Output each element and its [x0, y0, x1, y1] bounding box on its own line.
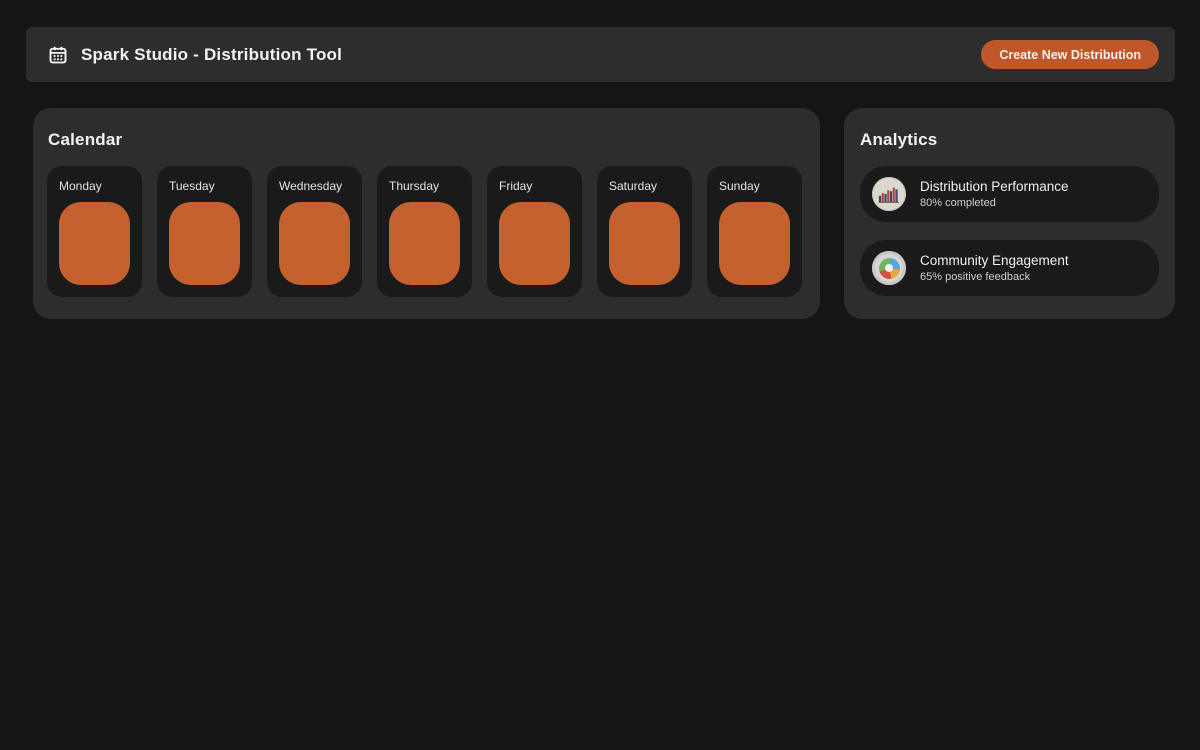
day-label: Thursday: [389, 179, 460, 193]
analytics-panel: Analytics Distribution Performance 80% c…: [844, 108, 1175, 319]
calendar-days-row: Monday Tuesday Wednesday Thursday Friday…: [47, 166, 806, 297]
day-label: Tuesday: [169, 179, 240, 193]
distribution-performance-card[interactable]: Distribution Performance 80% completed: [860, 166, 1159, 222]
distribution-slot[interactable]: [169, 202, 240, 285]
day-label: Wednesday: [279, 179, 350, 193]
day-card-saturday[interactable]: Saturday: [597, 166, 692, 297]
day-card-wednesday[interactable]: Wednesday: [267, 166, 362, 297]
day-label: Monday: [59, 179, 130, 193]
day-card-sunday[interactable]: Sunday: [707, 166, 802, 297]
stat-subtitle: 65% positive feedback: [920, 271, 1069, 283]
distribution-slot[interactable]: [389, 202, 460, 285]
distribution-slot[interactable]: [279, 202, 350, 285]
day-label: Friday: [499, 179, 570, 193]
analytics-panel-title: Analytics: [860, 130, 1159, 150]
day-card-tuesday[interactable]: Tuesday: [157, 166, 252, 297]
app-root: Spark Studio - Distribution Tool Create …: [0, 0, 1200, 750]
create-new-distribution-button[interactable]: Create New Distribution: [981, 40, 1159, 69]
day-card-thursday[interactable]: Thursday: [377, 166, 472, 297]
distribution-slot[interactable]: [609, 202, 680, 285]
app-header: Spark Studio - Distribution Tool Create …: [26, 27, 1175, 82]
distribution-slot[interactable]: [499, 202, 570, 285]
day-label: Sunday: [719, 179, 790, 193]
stat-title: Community Engagement: [920, 253, 1069, 268]
day-card-monday[interactable]: Monday: [47, 166, 142, 297]
pie-wedges: [879, 258, 900, 279]
pie-chart-icon: [872, 251, 906, 285]
stat-title: Distribution Performance: [920, 179, 1069, 194]
distribution-slot[interactable]: [59, 202, 130, 285]
app-title: Spark Studio - Distribution Tool: [81, 45, 342, 65]
stat-subtitle: 80% completed: [920, 197, 1069, 209]
calendar-icon: [48, 45, 68, 65]
distribution-slot[interactable]: [719, 202, 790, 285]
bar-chart-icon: [872, 177, 906, 211]
calendar-panel: Calendar Monday Tuesday Wednesday Thursd…: [33, 108, 820, 319]
stat-text: Community Engagement 65% positive feedba…: [920, 253, 1069, 283]
day-label: Saturday: [609, 179, 680, 193]
community-engagement-card[interactable]: Community Engagement 65% positive feedba…: [860, 240, 1159, 296]
stat-text: Distribution Performance 80% completed: [920, 179, 1069, 209]
calendar-panel-title: Calendar: [48, 130, 806, 150]
day-card-friday[interactable]: Friday: [487, 166, 582, 297]
pie-hole: [885, 264, 893, 272]
